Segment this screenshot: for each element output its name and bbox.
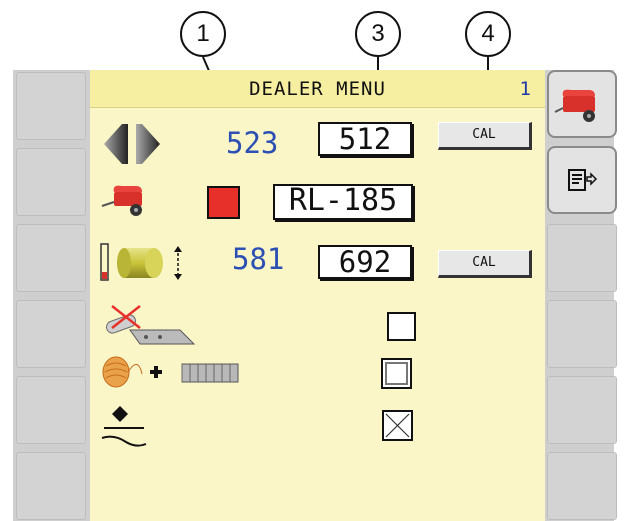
left-soft-key-6[interactable]: [16, 452, 86, 520]
left-soft-key-5[interactable]: [16, 376, 86, 444]
right-soft-key-3[interactable]: [547, 224, 617, 292]
ground-checkbox[interactable]: [382, 410, 413, 441]
arrows-setting-field[interactable]: 512: [318, 122, 412, 156]
bale-actual-value: 581: [232, 242, 285, 276]
bale-setting-field[interactable]: 692: [318, 245, 412, 279]
left-soft-key-2[interactable]: [16, 148, 86, 216]
pickup-disabled-icon: [106, 305, 196, 345]
baler-model-field[interactable]: RL-185: [273, 184, 413, 220]
right-soft-key-6[interactable]: [547, 452, 617, 520]
left-soft-key-4[interactable]: [16, 300, 86, 368]
right-soft-key-5[interactable]: [547, 376, 617, 444]
left-right-arrows-icon: [104, 124, 160, 164]
ground-position-icon: [101, 406, 147, 447]
arrows-cal-button[interactable]: CAL: [438, 122, 532, 150]
page-title: DEALER MENU: [249, 78, 386, 100]
document-arrow-icon: [568, 169, 598, 191]
bale-diameter-icon: [100, 243, 182, 281]
callout-1: 1: [180, 11, 226, 57]
title-bar: DEALER MENU 1: [90, 70, 545, 108]
left-soft-key-3[interactable]: [16, 224, 86, 292]
callout-4: 4: [465, 11, 511, 57]
right-soft-key-document[interactable]: [547, 146, 617, 214]
twine-plus-net-icon: [102, 356, 239, 388]
baler-status-indicator: [207, 186, 240, 219]
left-soft-key-1[interactable]: [16, 72, 86, 140]
pickup-checkbox[interactable]: [387, 312, 416, 341]
callout-3: 3: [355, 11, 401, 57]
page-number: 1: [519, 78, 531, 100]
right-soft-key-baler[interactable]: [547, 70, 617, 138]
right-soft-key-4[interactable]: [547, 300, 617, 368]
arrows-actual-value: 523: [226, 126, 279, 160]
baler-icon: [101, 185, 142, 216]
twine-net-checkbox[interactable]: [381, 358, 412, 389]
checkbox-x-icon: [385, 413, 410, 438]
bale-cal-button[interactable]: CAL: [438, 250, 532, 278]
baler-icon: [554, 89, 595, 122]
